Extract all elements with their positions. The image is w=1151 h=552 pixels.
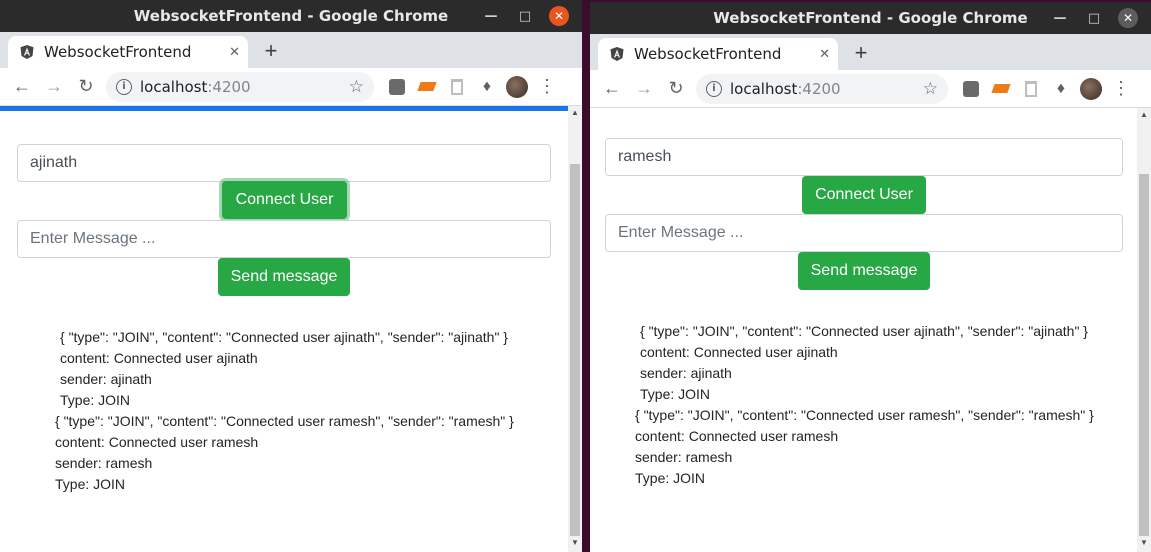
message-log: { "type": "JOIN", "content": "Connected …: [55, 327, 514, 495]
username-input[interactable]: ramesh: [605, 138, 1123, 176]
log-line: { "type": "JOIN", "content": "Connected …: [640, 323, 1088, 339]
username-input[interactable]: ajinath: [17, 144, 551, 182]
log-line: { "type": "JOIN", "content": "Connected …: [60, 329, 508, 345]
back-arrow-icon[interactable]: ←: [596, 73, 628, 105]
reload-icon[interactable]: ↻: [70, 71, 102, 103]
minimize-button[interactable]: —: [1043, 2, 1077, 34]
browser-toolbar: ← → ↻ i localhost:4200 ☆ ♦ ⋮: [590, 70, 1151, 108]
page-content: ▲ ▼ ajinath Connect User Enter Message .…: [0, 106, 582, 552]
log-line: Type: JOIN: [55, 476, 126, 492]
back-arrow-icon[interactable]: ←: [6, 71, 38, 103]
log-line: Type: JOIN: [60, 392, 131, 408]
connect-user-button[interactable]: Connect User: [802, 176, 926, 214]
url-port: :4200: [207, 77, 251, 96]
maximize-button[interactable]: □: [1077, 2, 1111, 34]
scrollbar[interactable]: ▲ ▼: [1137, 108, 1151, 552]
new-tab-button[interactable]: +: [848, 40, 874, 66]
log-line: sender: ramesh: [55, 455, 153, 471]
scroll-up-icon[interactable]: ▲: [568, 108, 582, 120]
info-icon[interactable]: i: [116, 78, 132, 95]
info-icon[interactable]: i: [706, 80, 722, 97]
scroll-thumb[interactable]: [1139, 174, 1149, 536]
forward-arrow-icon[interactable]: →: [38, 71, 70, 103]
star-icon[interactable]: ☆: [349, 77, 364, 97]
url-host: localhost: [730, 79, 798, 98]
log-line: sender: ramesh: [635, 449, 733, 465]
scroll-down-icon[interactable]: ▼: [1137, 538, 1151, 550]
trash-icon[interactable]: [1016, 74, 1046, 104]
new-tab-button[interactable]: +: [258, 38, 284, 64]
close-tab-icon[interactable]: ✕: [819, 47, 830, 62]
tab-strip: WebsocketFrontend ✕ +: [590, 34, 1151, 70]
loading-bar: [0, 106, 568, 111]
tab-title: WebsocketFrontend: [44, 43, 192, 61]
close-tab-icon[interactable]: ✕: [229, 45, 240, 60]
browser-tab[interactable]: WebsocketFrontend ✕: [598, 38, 838, 70]
trash-icon[interactable]: [442, 72, 472, 102]
puzzle-icon[interactable]: ♦: [1046, 74, 1076, 104]
puzzle-icon[interactable]: ♦: [472, 72, 502, 102]
log-line: Type: JOIN: [635, 470, 706, 486]
browser-toolbar: ← → ↻ i localhost:4200 ☆ ♦ ⋮: [0, 68, 582, 106]
message-input[interactable]: Enter Message ...: [605, 214, 1123, 252]
close-window-button[interactable]: ✕: [1111, 2, 1145, 34]
url-port: :4200: [797, 79, 841, 98]
window-title: WebsocketFrontend - Google Chrome: [133, 7, 449, 25]
log-line: content: Connected user ajinath: [640, 344, 838, 360]
scroll-up-icon[interactable]: ▲: [1137, 110, 1151, 122]
browser-tab[interactable]: WebsocketFrontend ✕: [8, 36, 248, 68]
url-host: localhost: [140, 77, 208, 96]
log-line: content: Connected user ramesh: [55, 434, 259, 450]
forward-arrow-icon[interactable]: →: [628, 73, 660, 105]
extension-icon[interactable]: [382, 72, 412, 102]
window-title: WebsocketFrontend - Google Chrome: [713, 9, 1028, 27]
message-input[interactable]: Enter Message ...: [17, 220, 551, 258]
send-message-button[interactable]: Send message: [798, 252, 930, 290]
connect-user-button[interactable]: Connect User: [222, 181, 347, 219]
kebab-menu-icon[interactable]: ⋮: [1106, 74, 1136, 104]
window-titlebar[interactable]: WebsocketFrontend - Google Chrome — □ ✕: [590, 2, 1151, 34]
log-line: Type: JOIN: [640, 386, 711, 402]
close-window-button[interactable]: ✕: [542, 0, 576, 32]
maximize-button[interactable]: □: [508, 0, 542, 32]
page-content: ▲ ▼ ramesh Connect User Enter Message ..…: [590, 108, 1151, 552]
browser-window-right: WebsocketFrontend - Google Chrome — □ ✕ …: [590, 2, 1151, 552]
extension-icon[interactable]: [412, 72, 442, 102]
scrollbar[interactable]: ▲ ▼: [568, 106, 582, 552]
avatar[interactable]: [502, 72, 532, 102]
avatar[interactable]: [1076, 74, 1106, 104]
close-icon: ✕: [549, 6, 569, 26]
reload-icon[interactable]: ↻: [660, 73, 692, 105]
close-icon: ✕: [1118, 8, 1138, 28]
tab-strip: WebsocketFrontend ✕ +: [0, 32, 582, 68]
window-controls: — □ ✕: [1043, 2, 1145, 34]
extension-icon[interactable]: [956, 74, 986, 104]
window-titlebar[interactable]: WebsocketFrontend - Google Chrome — □ ✕: [0, 0, 582, 32]
log-line: { "type": "JOIN", "content": "Connected …: [55, 413, 514, 429]
star-icon[interactable]: ☆: [923, 79, 938, 99]
log-line: sender: ajinath: [640, 365, 732, 381]
window-controls: — □ ✕: [474, 0, 576, 32]
address-bar[interactable]: i localhost:4200 ☆: [696, 73, 948, 104]
browser-window-left: WebsocketFrontend - Google Chrome — □ ✕ …: [0, 0, 582, 552]
log-line: sender: ajinath: [60, 371, 152, 387]
extension-icon[interactable]: [986, 74, 1016, 104]
scroll-down-icon[interactable]: ▼: [568, 538, 582, 550]
tab-title: WebsocketFrontend: [634, 45, 782, 63]
minimize-button[interactable]: —: [474, 0, 508, 32]
kebab-menu-icon[interactable]: ⋮: [532, 72, 562, 102]
message-log: { "type": "JOIN", "content": "Connected …: [635, 321, 1094, 489]
scroll-thumb[interactable]: [570, 164, 580, 536]
address-bar[interactable]: i localhost:4200 ☆: [106, 71, 374, 102]
log-line: { "type": "JOIN", "content": "Connected …: [635, 407, 1094, 423]
log-line: content: Connected user ajinath: [60, 350, 258, 366]
angular-icon: [608, 45, 626, 63]
log-line: content: Connected user ramesh: [635, 428, 839, 444]
angular-icon: [18, 43, 36, 61]
send-message-button[interactable]: Send message: [218, 258, 350, 296]
